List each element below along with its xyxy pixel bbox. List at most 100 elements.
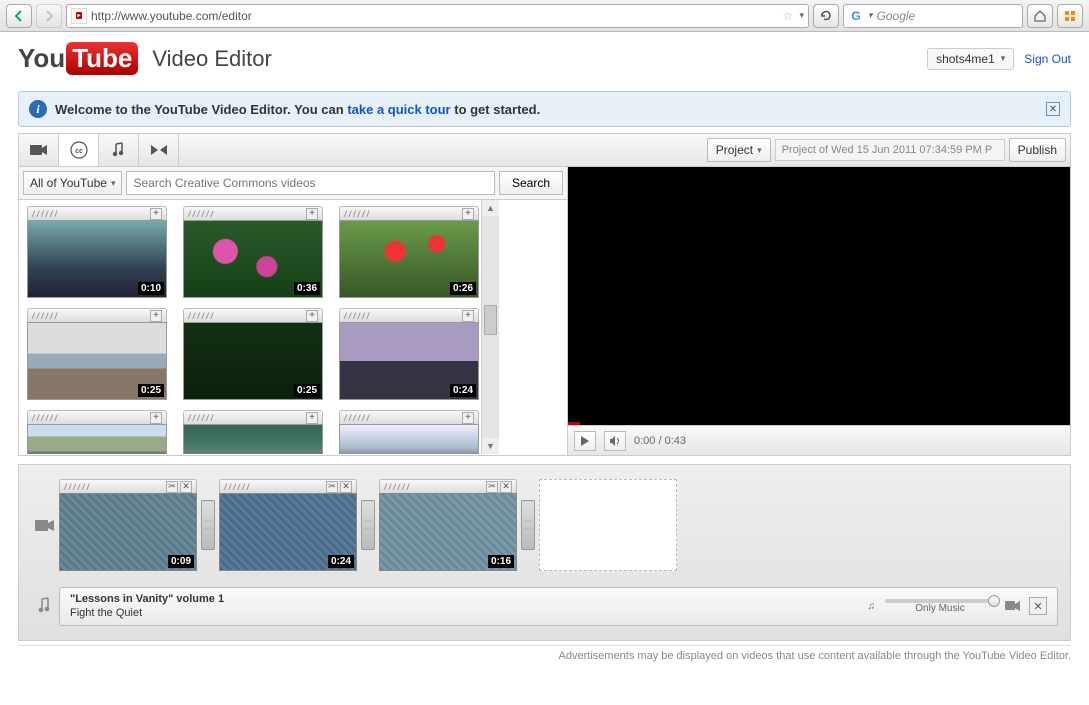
url-input[interactable]	[91, 9, 775, 23]
tab-transitions[interactable]	[139, 134, 179, 166]
clip-add-button[interactable]: +	[462, 310, 474, 322]
url-dropdown-icon[interactable]: ▾	[799, 10, 804, 21]
svg-text:cc: cc	[75, 148, 83, 155]
clip-add-button[interactable]: +	[462, 412, 474, 424]
clip-cut-button[interactable]: ✂	[166, 481, 178, 493]
clip-drag-bar[interactable]: //////+	[183, 410, 323, 424]
clip-drag-bar[interactable]: //////+	[339, 410, 479, 424]
library-clip[interactable]: //////+ 0:10	[27, 206, 167, 298]
timeline-clip[interactable]: //////✂✕0:16	[379, 479, 517, 571]
clip-thumbnail[interactable]: 0:16	[379, 493, 517, 571]
clip-add-button[interactable]: +	[306, 412, 318, 424]
tab-audio[interactable]	[99, 134, 139, 166]
clip-thumbnail[interactable]: 0:36	[183, 220, 323, 298]
video-preview[interactable]	[568, 167, 1070, 425]
clip-thumbnail[interactable]: 0:26	[339, 220, 479, 298]
tour-link[interactable]: take a quick tour	[347, 102, 450, 117]
library-clip[interactable]: //////+0:25	[27, 308, 167, 400]
clip-add-button[interactable]: +	[150, 208, 162, 220]
clip-thumbnail[interactable]: 0:24	[219, 493, 357, 571]
reload-button[interactable]	[813, 4, 839, 28]
timeline-clip[interactable]: //////✂✕ 0:09	[59, 479, 197, 571]
audio-clip[interactable]: "Lessons in Vanity" volume 1 Fight the Q…	[59, 587, 1058, 626]
scrollbar[interactable]: ▲ ▼	[481, 200, 499, 454]
play-button[interactable]	[574, 431, 596, 451]
clip-drag-bar[interactable]: //////✂✕	[59, 479, 197, 493]
library-clip[interactable]: //////+0:25	[183, 308, 323, 400]
clip-duration: 0:10	[138, 282, 164, 295]
clip-drag-bar[interactable]: //////+	[339, 308, 479, 322]
clip-drag-bar[interactable]: //////+	[27, 308, 167, 322]
youtube-logo[interactable]: You Tube	[18, 42, 138, 75]
chevron-down-icon: ▾	[1001, 53, 1006, 64]
banner-text: Welcome to the YouTube Video Editor. You…	[55, 102, 540, 117]
back-button[interactable]	[6, 4, 32, 28]
clip-duration: 0:09	[168, 555, 194, 568]
timeline-drop-zone[interactable]	[539, 479, 677, 571]
clip-drag-bar[interactable]: //////+	[27, 410, 167, 424]
clip-thumbnail[interactable]: 0:24	[339, 322, 479, 400]
banner-close-button[interactable]: ✕	[1046, 102, 1060, 116]
clip-drag-bar[interactable]: //////+	[183, 308, 323, 322]
project-name-field[interactable]: Project of Wed 15 Jun 2011 07:34:59 PM P	[775, 139, 1005, 161]
tab-cc-videos[interactable]: cc	[59, 134, 99, 166]
audio-track: "Lessons in Vanity" volume 1 Fight the Q…	[19, 583, 1070, 630]
sign-out-link[interactable]: Sign Out	[1024, 52, 1071, 66]
transition-handle[interactable]: ⋮⋮	[521, 500, 535, 550]
clip-remove-button[interactable]: ✕	[500, 481, 512, 493]
clip-remove-button[interactable]: ✕	[340, 481, 352, 493]
clip-add-button[interactable]: +	[306, 208, 318, 220]
library-clip[interactable]: //////+	[27, 410, 167, 454]
clip-drag-bar[interactable]: //////+	[339, 206, 479, 220]
clip-thumbnail[interactable]: 0:09	[59, 493, 197, 571]
timeline-clip[interactable]: //////✂✕0:24	[219, 479, 357, 571]
transition-handle[interactable]: ⋮⋮	[201, 500, 215, 550]
clip-thumbnail[interactable]: 0:25	[27, 322, 167, 400]
library-clip[interactable]: //////+0:24	[339, 308, 479, 400]
clip-thumbnail[interactable]	[339, 424, 479, 454]
video-track: //////✂✕0:09⋮⋮//////✂✕0:24⋮⋮//////✂✕0:16…	[19, 475, 1070, 575]
clip-cut-button[interactable]: ✂	[326, 481, 338, 493]
clip-drag-bar[interactable]: //////+	[27, 206, 167, 220]
clip-cut-button[interactable]: ✂	[486, 481, 498, 493]
audio-remove-button[interactable]: ✕	[1029, 597, 1047, 615]
library-clip[interactable]: //////+	[183, 410, 323, 454]
project-menu[interactable]: Project ▾	[707, 138, 771, 162]
logo-you: You	[18, 43, 65, 74]
library-search-input[interactable]	[126, 171, 494, 195]
clip-add-button[interactable]: +	[150, 310, 162, 322]
browser-search-box[interactable]: G ▾ Google	[843, 4, 1023, 28]
forward-button[interactable]	[36, 4, 62, 28]
clip-add-button[interactable]: +	[462, 208, 474, 220]
library-search-button[interactable]: Search	[499, 171, 563, 195]
clip-thumbnail[interactable]: 0:25	[183, 322, 323, 400]
user-menu[interactable]: shots4me1 ▾	[927, 48, 1014, 70]
clip-add-button[interactable]: +	[306, 310, 318, 322]
clip-add-button[interactable]: +	[150, 412, 162, 424]
url-bar[interactable]: ▸ ☆ ▾	[66, 4, 809, 28]
feed-button[interactable]	[1057, 4, 1083, 28]
clip-thumbnail[interactable]	[183, 424, 323, 454]
audio-track-icon	[31, 597, 59, 615]
clip-thumbnail[interactable]	[27, 424, 167, 454]
scroll-down-icon[interactable]: ▼	[486, 438, 495, 454]
publish-button[interactable]: Publish	[1009, 138, 1066, 162]
library-clip[interactable]: //////+0:26	[339, 206, 479, 298]
library-clip[interactable]: //////+	[339, 410, 479, 454]
scroll-up-icon[interactable]: ▲	[486, 200, 495, 216]
clip-drag-bar[interactable]: //////✂✕	[379, 479, 517, 493]
scroll-thumb[interactable]	[484, 305, 497, 335]
tab-my-videos[interactable]	[19, 134, 59, 166]
home-button[interactable]	[1027, 4, 1053, 28]
clip-drag-bar[interactable]: //////+	[183, 206, 323, 220]
clip-drag-bar[interactable]: //////✂✕	[219, 479, 357, 493]
transition-handle[interactable]: ⋮⋮	[361, 500, 375, 550]
bookmark-icon[interactable]: ☆	[779, 8, 795, 24]
search-placeholder: Google	[877, 9, 916, 23]
audio-mix-slider[interactable]	[885, 599, 995, 603]
library-clip[interactable]: //////+0:36	[183, 206, 323, 298]
volume-button[interactable]	[604, 431, 626, 451]
clip-thumbnail[interactable]: 0:10	[27, 220, 167, 298]
clip-remove-button[interactable]: ✕	[180, 481, 192, 493]
search-scope-dropdown[interactable]: All of YouTube ▾	[23, 171, 122, 195]
